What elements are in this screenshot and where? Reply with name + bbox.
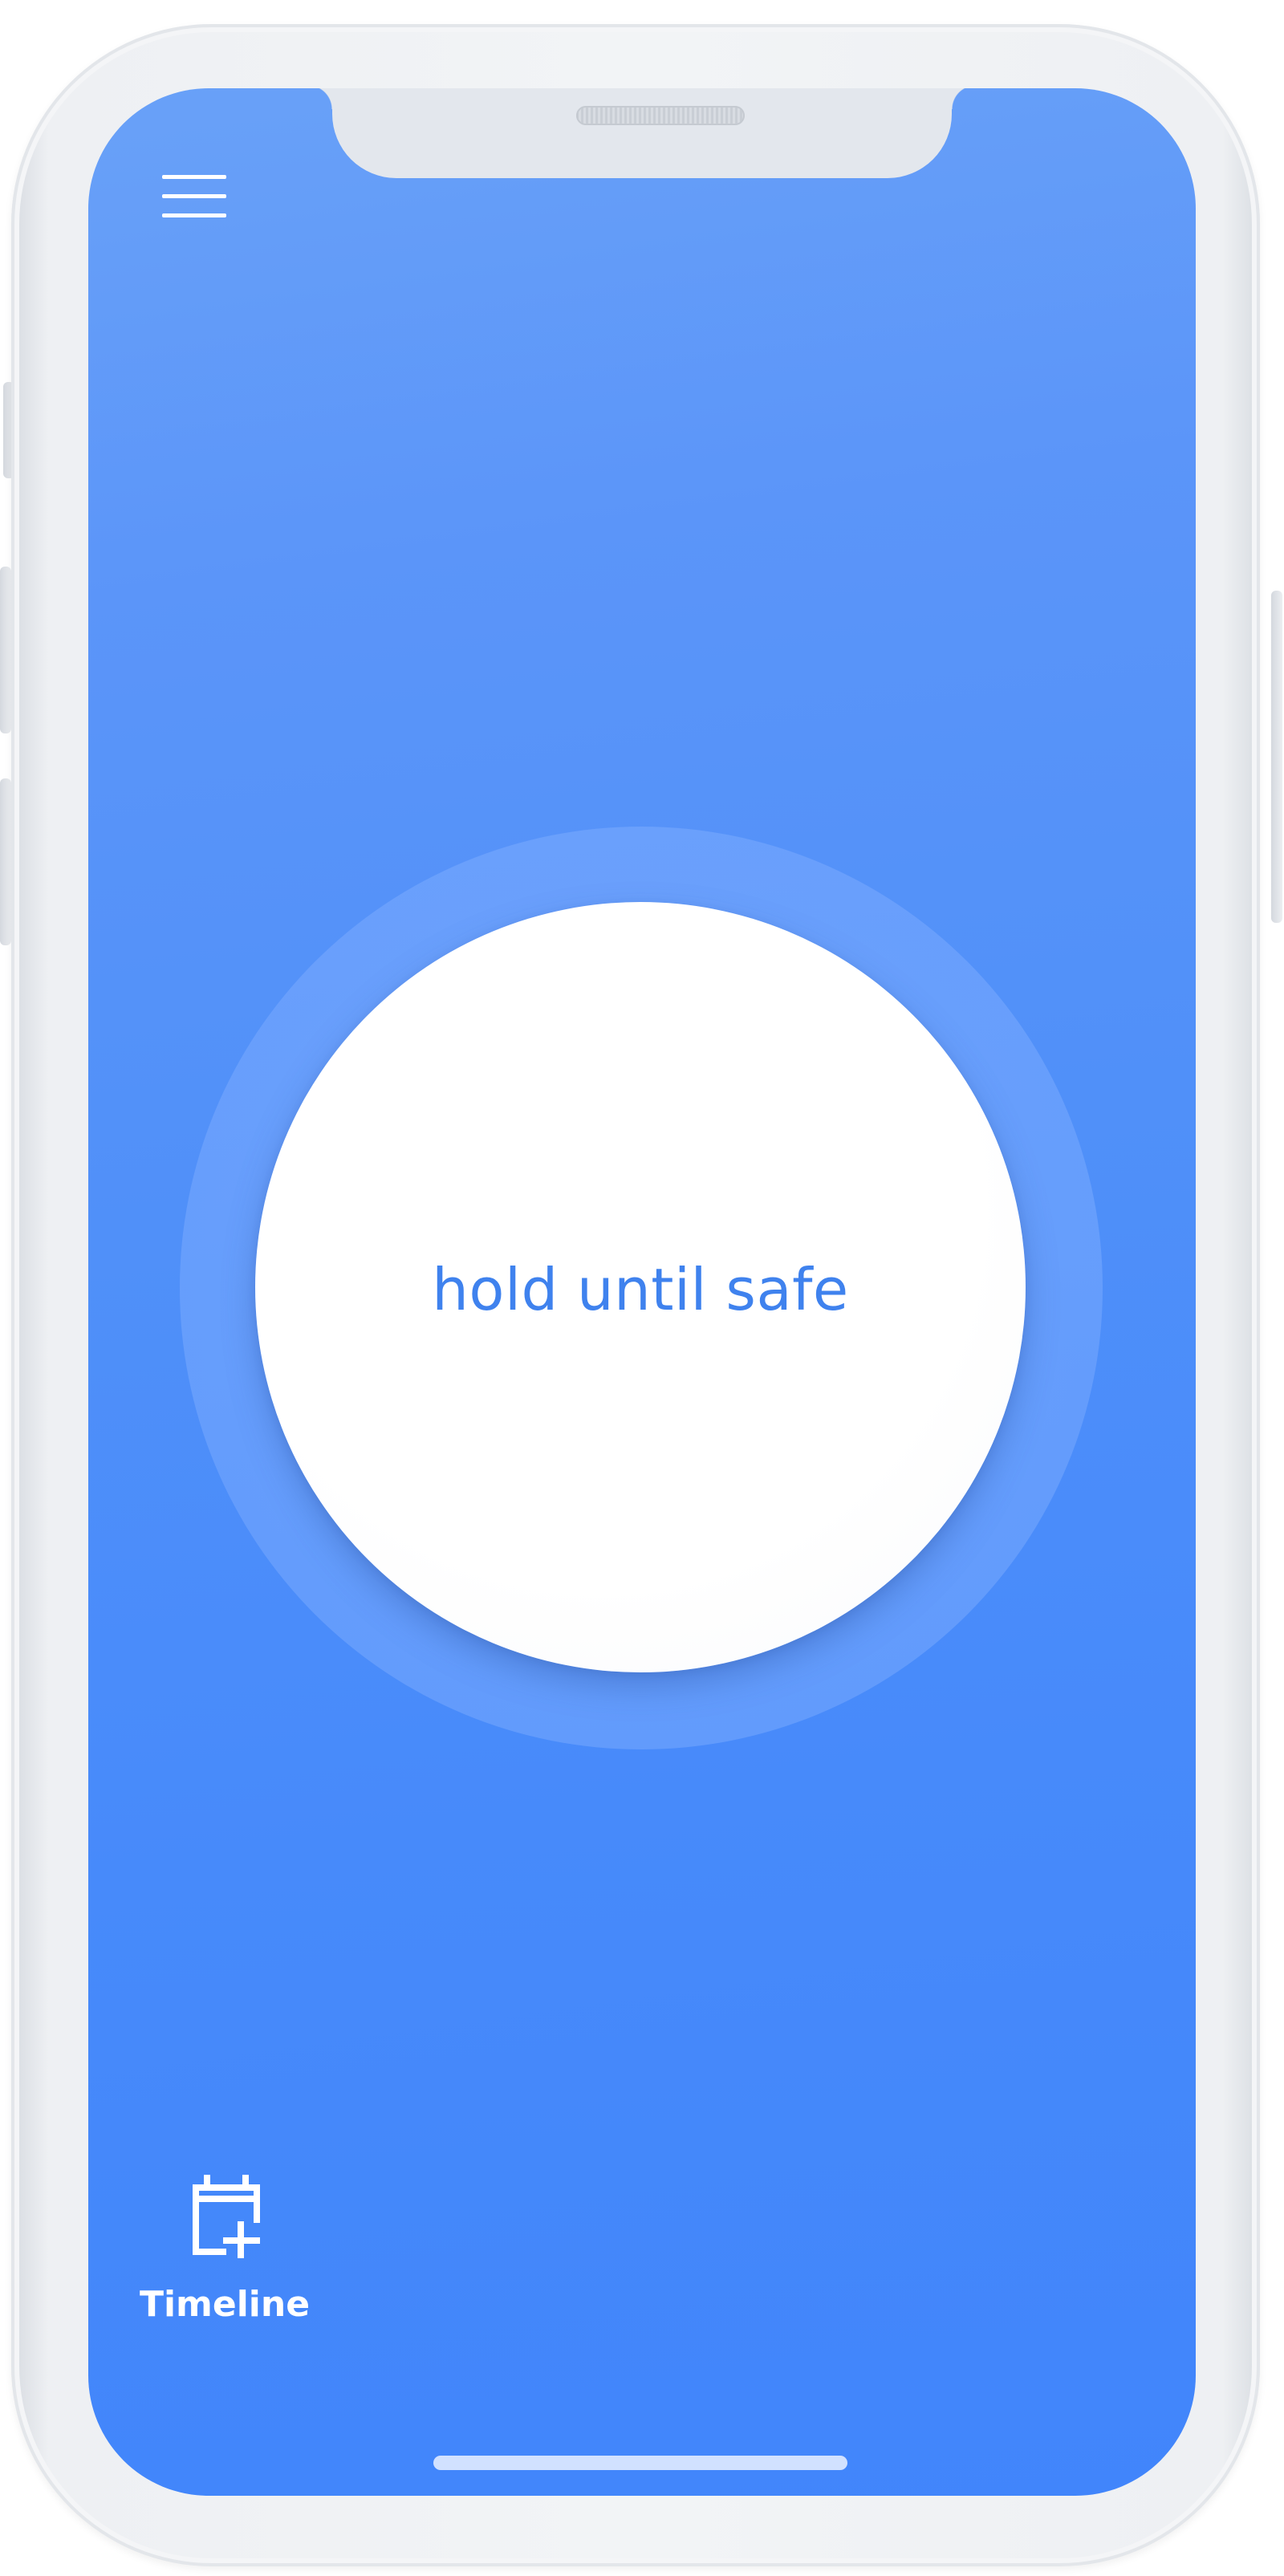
- calendar-plus-icon: [193, 2175, 260, 2258]
- power-button: [1271, 591, 1282, 923]
- timeline-nav-button[interactable]: Timeline: [136, 2175, 313, 2343]
- hamburger-menu-icon[interactable]: [162, 172, 228, 228]
- timeline-label: Timeline: [139, 2284, 311, 2325]
- device-mockup: hold until safe Timeline: [0, 0, 1284, 2576]
- volume-down-button: [0, 778, 11, 945]
- hold-button-label: hold until safe: [432, 1256, 849, 1323]
- menu-bar: [162, 194, 226, 198]
- volume-up-button: [0, 567, 11, 733]
- menu-bar: [162, 175, 226, 179]
- speaker-grille: [576, 106, 745, 125]
- menu-bar: [162, 213, 226, 217]
- home-indicator[interactable]: [433, 2456, 847, 2470]
- notch: [308, 88, 976, 178]
- hold-until-safe-button[interactable]: hold until safe: [255, 902, 1026, 1672]
- app-screen: hold until safe Timeline: [88, 88, 1196, 2496]
